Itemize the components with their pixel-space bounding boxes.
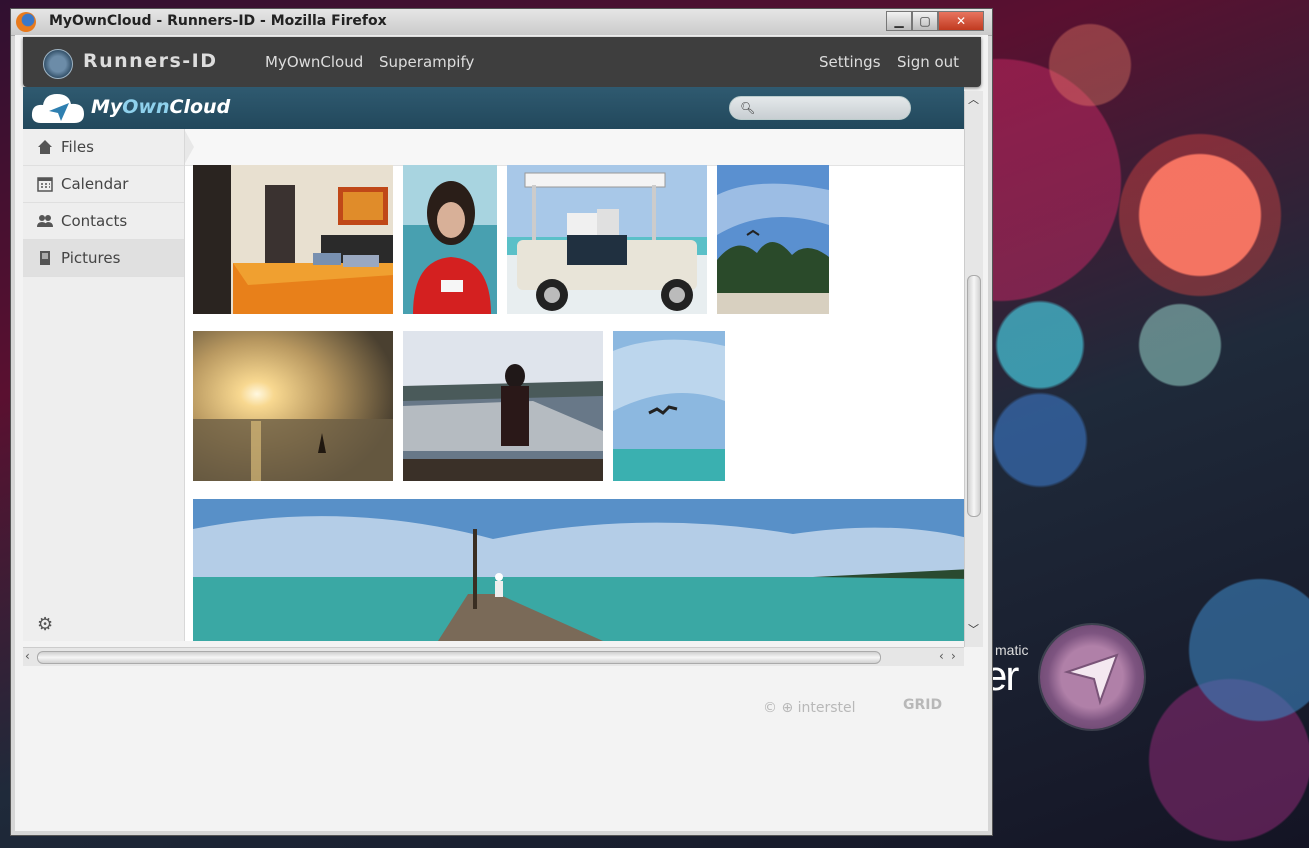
sidebar-item-files[interactable]: Files — [23, 129, 184, 166]
globe-logo-icon[interactable] — [43, 49, 73, 79]
owncloud-header: MyOwnCloud 🔍︎ — [23, 87, 964, 129]
maximize-button[interactable]: ▢ — [912, 11, 938, 31]
search-input[interactable] — [756, 99, 908, 119]
photo-thumbnail[interactable] — [403, 165, 497, 314]
firefox-icon — [16, 12, 36, 32]
nav-settings[interactable]: Settings — [819, 53, 881, 71]
runners-topbar: Runners-ID MyOwnCloud Superampify Settin… — [23, 37, 981, 87]
close-button[interactable]: ✕ — [938, 11, 984, 31]
gallery-main — [185, 129, 964, 641]
scroll-left-icon[interactable]: ‹ — [939, 649, 944, 663]
page-content: Runners-ID MyOwnCloud Superampify Settin… — [15, 35, 988, 831]
photo-thumbnail[interactable] — [193, 499, 964, 641]
browser-window: MyOwnCloud - Runners-ID - Mozilla Firefo… — [10, 8, 993, 836]
sidebar-item-label: Contacts — [61, 212, 128, 230]
controls-bar — [185, 129, 964, 166]
pictures-icon — [40, 251, 50, 265]
photo-thumbnail[interactable] — [717, 165, 829, 314]
photo-thumbnail[interactable] — [403, 331, 603, 481]
search-box[interactable]: 🔍︎ — [729, 96, 911, 120]
photo-thumbnail[interactable] — [507, 165, 707, 314]
controls-notch — [185, 129, 194, 165]
nav-myowncloud[interactable]: MyOwnCloud — [265, 53, 363, 71]
gear-icon[interactable]: ⚙ — [37, 614, 53, 635]
sidebar-item-contacts[interactable]: Contacts — [23, 203, 184, 240]
horizontal-scroll-thumb[interactable] — [37, 651, 881, 664]
window-titlebar[interactable]: MyOwnCloud - Runners-ID - Mozilla Firefo… — [11, 9, 992, 36]
nav-superampify[interactable]: Superampify — [379, 53, 474, 71]
nav-sign-out[interactable]: Sign out — [897, 53, 959, 71]
photo-thumbnail[interactable] — [193, 331, 393, 481]
sidebar-item-label: Pictures — [61, 249, 121, 267]
search-icon: 🔍︎ — [740, 101, 756, 115]
home-icon — [38, 140, 52, 154]
minimize-button[interactable]: ▁ — [886, 11, 912, 31]
brand-name[interactable]: Runners-ID — [83, 50, 218, 72]
owncloud-title[interactable]: MyOwnCloud — [91, 96, 230, 118]
photo-thumbnail[interactable] — [613, 331, 725, 481]
vertical-scroll-thumb[interactable] — [967, 275, 981, 517]
calendar-icon — [37, 177, 53, 192]
window-title: MyOwnCloud - Runners-ID - Mozilla Firefo… — [49, 13, 387, 29]
footer-grid-logo: GRID — [903, 697, 943, 713]
photo-thumbnail[interactable] — [193, 165, 393, 314]
scroll-up-icon[interactable]: ︿ — [968, 91, 979, 107]
vertical-scrollbar[interactable]: ︿ ﹀ — [964, 91, 983, 647]
scroll-right-icon[interactable]: › — [951, 649, 956, 663]
desktop-logo-icon — [1040, 625, 1144, 729]
sidebar-item-label: Calendar — [61, 175, 129, 193]
scroll-left-icon[interactable]: ‹ — [25, 649, 30, 663]
app-sidebar: Files Calendar Contacts Pictures ⚙ — [23, 129, 185, 641]
sidebar-item-calendar[interactable]: Calendar — [23, 166, 184, 203]
sidebar-item-label: Files — [61, 138, 94, 156]
footer-copyright: © ⊕ interstel — [763, 700, 856, 716]
contacts-icon — [37, 215, 53, 227]
horizontal-scrollbar[interactable]: ‹ ‹ › — [23, 647, 964, 666]
cloud-logo-icon[interactable] — [31, 91, 85, 125]
scroll-down-icon[interactable]: ﹀ — [968, 621, 979, 637]
sidebar-item-pictures[interactable]: Pictures — [23, 240, 184, 277]
